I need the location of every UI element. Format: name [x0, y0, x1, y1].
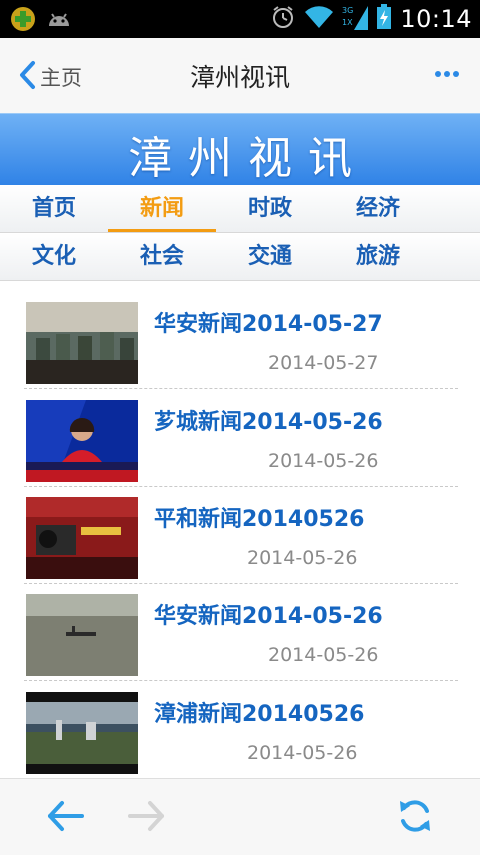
refresh-icon: [396, 800, 434, 839]
news-title: 芗城新闻2014-05-26: [154, 410, 383, 435]
news-date: 2014-05-26: [247, 547, 358, 569]
tab-tourism[interactable]: 旅游: [324, 233, 432, 280]
back-arrow-icon: [46, 801, 84, 837]
more-button[interactable]: [434, 64, 460, 83]
news-thumbnail: [26, 497, 138, 579]
tab-traffic[interactable]: 交通: [216, 233, 324, 280]
top-bar: 主页 漳州视讯: [0, 38, 480, 114]
news-title: 华安新闻2014-05-26: [154, 604, 383, 629]
news-item[interactable]: 华安新闻2014-05-27 2014-05-27: [24, 296, 458, 389]
signal-3g-icon: 3G 1X: [342, 4, 369, 34]
category-row-1: 首页 新闻 时政 经济: [0, 185, 480, 233]
news-item[interactable]: 芗城新闻2014-05-26 2014-05-26: [24, 394, 458, 487]
news-date: 2014-05-26: [268, 644, 379, 666]
news-thumbnail: [26, 400, 138, 482]
more-dots-icon: [434, 64, 460, 83]
tab-economy[interactable]: 经济: [324, 185, 432, 232]
status-bar: 3G 1X 10:14: [0, 0, 480, 38]
bottom-toolbar: [0, 778, 480, 855]
tab-home[interactable]: 首页: [0, 185, 108, 232]
news-item[interactable]: 华安新闻2014-05-26 2014-05-26: [24, 588, 458, 681]
svg-text:1X: 1X: [342, 18, 353, 27]
news-title: 华安新闻2014-05-27: [154, 312, 383, 337]
tab-politics[interactable]: 时政: [216, 185, 324, 232]
news-date: 2014-05-26: [247, 742, 358, 764]
banner-title: 漳州视讯: [128, 133, 368, 184]
wifi-icon: [304, 4, 334, 34]
news-thumbnail: [26, 594, 138, 676]
tab-culture[interactable]: 文化: [0, 233, 108, 280]
news-thumbnail: [26, 692, 138, 774]
category-row-2: 文化 社会 交通 旅游: [0, 233, 480, 281]
alarm-icon: [270, 4, 296, 34]
news-thumbnail: [26, 302, 138, 384]
tab-news[interactable]: 新闻: [108, 185, 216, 232]
news-title: 漳浦新闻20140526: [154, 702, 365, 727]
news-date: 2014-05-26: [268, 450, 379, 472]
android-icon: [46, 6, 72, 32]
forward-nav-button[interactable]: [128, 799, 166, 837]
news-date: 2014-05-27: [268, 352, 379, 374]
back-nav-button[interactable]: [46, 799, 84, 837]
battery-charging-icon: [376, 4, 392, 34]
clock: 10:14: [400, 5, 472, 33]
forward-arrow-icon: [128, 801, 166, 837]
refresh-button[interactable]: [396, 797, 434, 839]
news-title: 平和新闻20140526: [154, 507, 365, 532]
app-plus-icon: [10, 6, 36, 32]
banner: 漳州视讯: [0, 113, 480, 186]
page-title: 漳州视讯: [189, 63, 290, 92]
tab-society[interactable]: 社会: [108, 233, 216, 280]
svg-text:3G: 3G: [342, 6, 353, 15]
news-item[interactable]: 漳浦新闻20140526 2014-05-26: [24, 686, 458, 778]
news-list: 华安新闻2014-05-27 2014-05-27 芗城新闻2014-05-26…: [0, 281, 480, 778]
news-item[interactable]: 平和新闻20140526 2014-05-26: [24, 491, 458, 584]
